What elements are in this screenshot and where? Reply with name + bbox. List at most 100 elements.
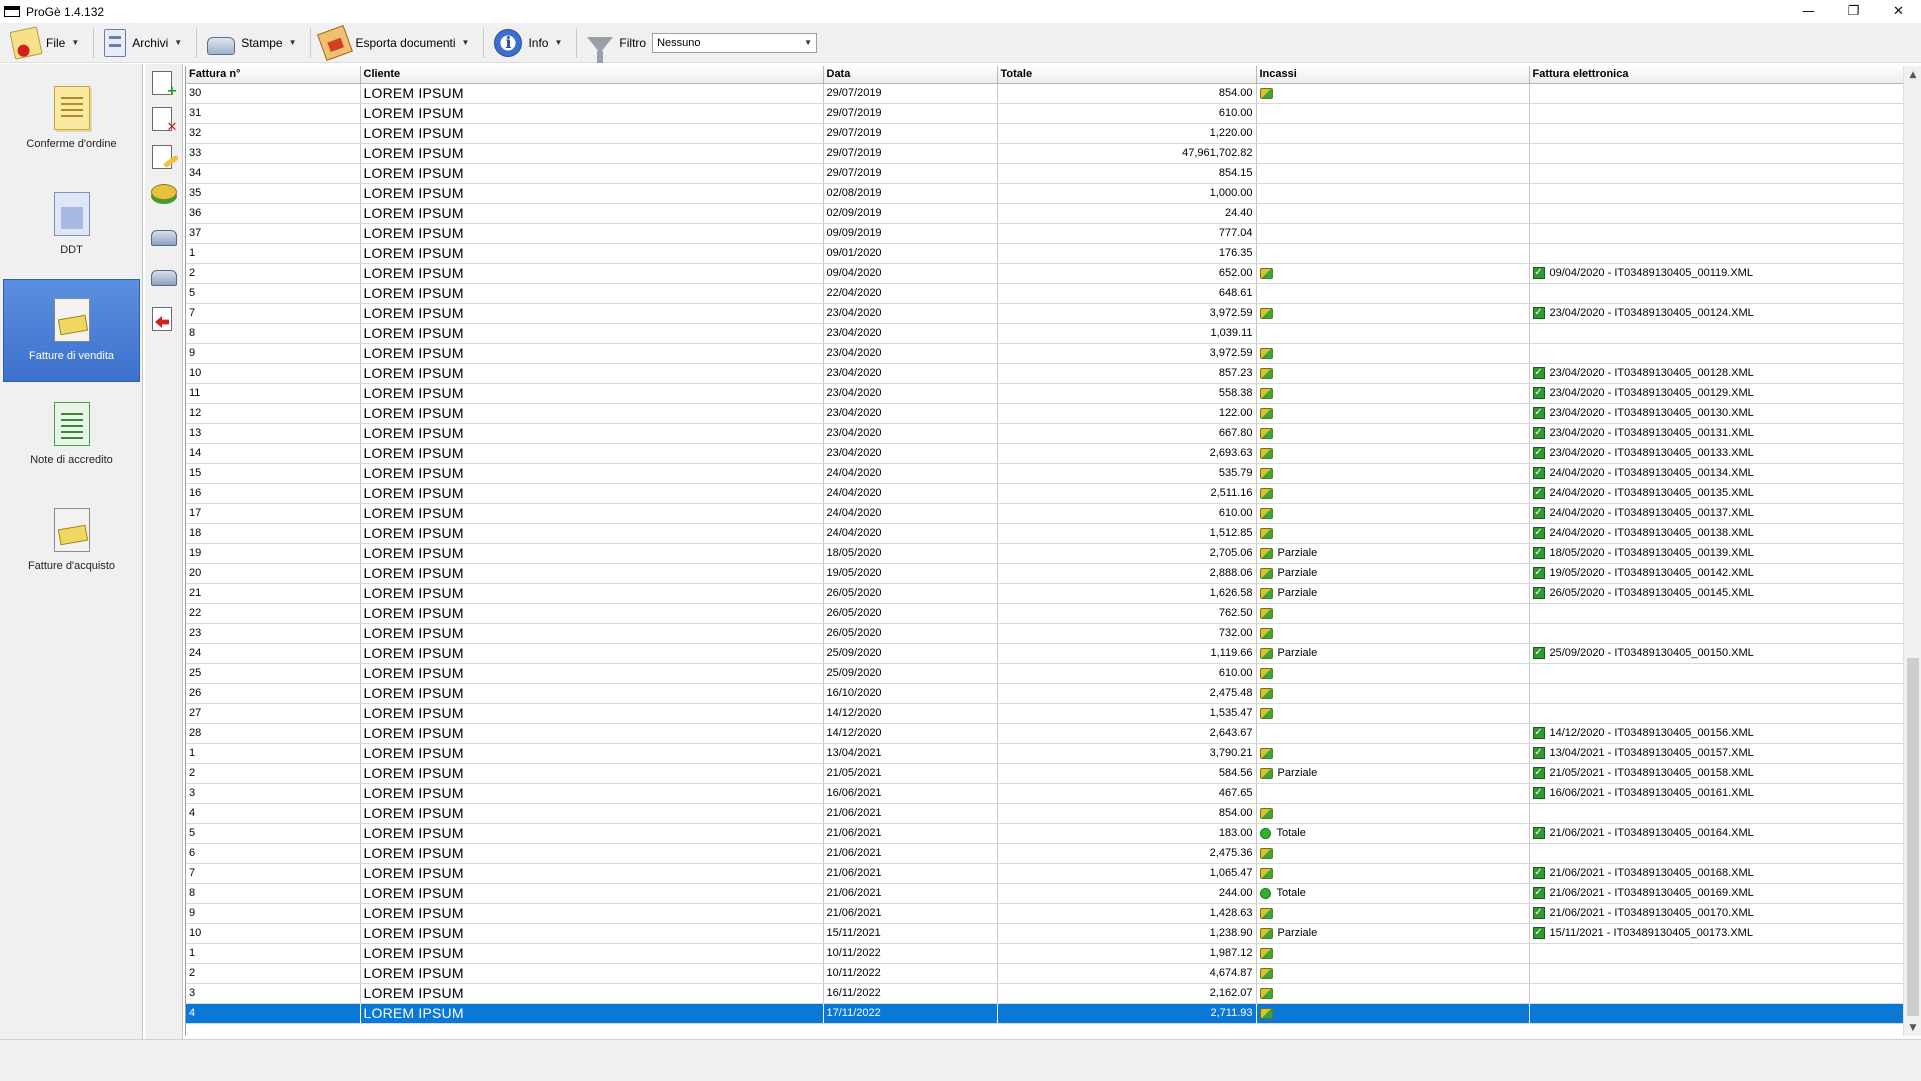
nav-item-credit-note[interactable]: Note di accredito	[3, 384, 140, 487]
table-row[interactable]: 17 LOREM IPSUM 24/04/2020 610.00 ✓ 24/04/2020…	[186, 503, 1903, 524]
print-button[interactable]	[149, 222, 179, 252]
table-row[interactable]: 19 LOREM IPSUM 18/05/2020 2,705.06 Parziale ✓…	[186, 543, 1903, 564]
table-row[interactable]: 7 LOREM IPSUM 21/06/2021 1,065.47 ✓ 21/06/202…	[186, 863, 1903, 884]
column-header-client[interactable]: Cliente	[360, 66, 824, 84]
e-invoice-filename: 24/04/2020 - IT03489130405_00135.XML	[1549, 486, 1754, 499]
table-row[interactable]: 1 LOREM IPSUM 09/01/2020 176.35	[186, 243, 1903, 264]
table-row[interactable]: 3 LOREM IPSUM 16/06/2021 467.65 ✓ 16/06/2021 …	[186, 783, 1903, 804]
table-row[interactable]: 32 LOREM IPSUM 29/07/2019 1,220.00	[186, 123, 1903, 144]
table-row[interactable]: 6 LOREM IPSUM 21/06/2021 2,475.36	[186, 843, 1903, 864]
cell-invoice-number: 33	[186, 143, 361, 164]
table-row[interactable]: 36 LOREM IPSUM 02/09/2019 24.40	[186, 203, 1903, 224]
payment-icon	[1259, 807, 1273, 819]
table-row[interactable]: 35 LOREM IPSUM 02/08/2019 1,000.00	[186, 183, 1903, 204]
table-row[interactable]: 16 LOREM IPSUM 24/04/2020 2,511.16 ✓ 24/04/20…	[186, 483, 1903, 504]
file-menu-button[interactable]: File ▼	[6, 25, 85, 60]
column-header-invoice-number[interactable]: Fattura n°	[186, 66, 361, 84]
table-row[interactable]: 18 LOREM IPSUM 24/04/2020 1,512.85 ✓ 24/04/20…	[186, 523, 1903, 544]
table-row[interactable]: 10 LOREM IPSUM 15/11/2021 1,238.90 Parziale ✓…	[186, 923, 1903, 944]
cell-e-invoice	[1529, 703, 1903, 724]
column-header-date[interactable]: Data	[823, 66, 998, 84]
table-row[interactable]: 10 LOREM IPSUM 23/04/2020 857.23 ✓ 23/04/2020…	[186, 363, 1903, 384]
cell-e-invoice	[1529, 283, 1903, 304]
table-row[interactable]: 31 LOREM IPSUM 29/07/2019 610.00	[186, 103, 1903, 124]
table-row[interactable]: 27 LOREM IPSUM 14/12/2020 1,535.47	[186, 703, 1903, 724]
table-row[interactable]: 2 LOREM IPSUM 09/04/2020 652.00 ✓ 09/04/2020 …	[186, 263, 1903, 284]
table-row[interactable]: 34 LOREM IPSUM 29/07/2019 854.15	[186, 163, 1903, 184]
cell-e-invoice: ✓ 15/11/2021 - IT03489130405_00173.XML	[1529, 923, 1903, 944]
table-row[interactable]: 28 LOREM IPSUM 14/12/2020 2,643.67 ✓ 14/12/20…	[186, 723, 1903, 744]
export-documents-button[interactable]: Esporta documenti ▼	[315, 24, 475, 61]
table-row[interactable]: 3 LOREM IPSUM 16/11/2022 2,162.07	[186, 983, 1903, 1004]
stampe-menu-button[interactable]: Stampe ▼	[201, 26, 302, 60]
table-row[interactable]: 2 LOREM IPSUM 10/11/2022 4,674.87	[186, 963, 1903, 984]
column-header-payments[interactable]: Incassi	[1256, 66, 1530, 84]
payment-icon	[1259, 907, 1273, 919]
cell-invoice-number: 11	[186, 383, 361, 404]
table-row[interactable]: 22 LOREM IPSUM 26/05/2020 762.50	[186, 603, 1903, 624]
cell-client: LOREM IPSUM	[360, 943, 824, 964]
table-row[interactable]: 9 LOREM IPSUM 21/06/2021 1,428.63 ✓ 21/06/202…	[186, 903, 1903, 924]
table-row[interactable]: 1 LOREM IPSUM 10/11/2022 1,987.12	[186, 943, 1903, 964]
table-row[interactable]: 11 LOREM IPSUM 23/04/2020 558.38 ✓ 23/04/2020…	[186, 383, 1903, 404]
cell-e-invoice: ✓ 23/04/2020 - IT03489130405_00129.XML	[1529, 383, 1903, 404]
scrollbar-thumb[interactable]	[1907, 658, 1919, 1016]
scroll-up-icon[interactable]: ▲	[1904, 66, 1921, 83]
payments-button[interactable]	[149, 178, 179, 208]
table-row[interactable]: 4 LOREM IPSUM 21/06/2021 854.00	[186, 803, 1903, 824]
table-row[interactable]: 12 LOREM IPSUM 23/04/2020 122.00 ✓ 23/04/2020…	[186, 403, 1903, 424]
column-header-total[interactable]: Totale	[997, 66, 1257, 84]
table-row[interactable]: 4 LOREM IPSUM 17/11/2022 2,711.93	[186, 1003, 1903, 1024]
table-row[interactable]: 13 LOREM IPSUM 23/04/2020 667.80 ✓ 23/04/2020…	[186, 423, 1903, 444]
close-button[interactable]: ✕	[1876, 0, 1921, 23]
info-menu-button[interactable]: i Info ▼	[488, 26, 568, 60]
table-row[interactable]: 7 LOREM IPSUM 23/04/2020 3,972.59 ✓ 23/04/202…	[186, 303, 1903, 324]
table-row[interactable]: 25 LOREM IPSUM 25/09/2020 610.00	[186, 663, 1903, 684]
cell-invoice-number: 4	[186, 803, 361, 824]
export-invoice-button[interactable]	[149, 304, 179, 334]
nav-item-purchase-invoice[interactable]: Fatture d'acquisto	[3, 490, 140, 593]
cell-date: 09/04/2020	[823, 263, 998, 284]
print-preview-button[interactable]	[149, 262, 179, 292]
table-row[interactable]: 8 LOREM IPSUM 21/06/2021 244.00 Totale ✓ 21/06…	[186, 883, 1903, 904]
restore-button[interactable]: ❐	[1831, 0, 1876, 23]
table-row[interactable]: 1 LOREM IPSUM 13/04/2021 3,790.21 ✓ 13/04/202…	[186, 743, 1903, 764]
add-invoice-button[interactable]: +	[149, 68, 179, 99]
vertical-scrollbar[interactable]: ▲ ▼	[1903, 66, 1921, 1036]
cell-e-invoice	[1529, 243, 1903, 264]
cell-payments	[1256, 723, 1530, 744]
delete-invoice-button[interactable]: ✕	[149, 104, 179, 135]
cell-client: LOREM IPSUM	[360, 183, 824, 204]
column-header-e-invoice[interactable]: Fattura elettronica	[1529, 66, 1903, 84]
minimize-button[interactable]: —	[1786, 0, 1831, 23]
table-row[interactable]: 26 LOREM IPSUM 16/10/2020 2,475.48	[186, 683, 1903, 704]
archivi-menu-button[interactable]: Archivi ▼	[98, 26, 188, 60]
table-row[interactable]: 5 LOREM IPSUM 22/04/2020 648.61	[186, 283, 1903, 304]
table-row[interactable]: 14 LOREM IPSUM 23/04/2020 2,693.63 ✓ 23/04/20…	[186, 443, 1903, 464]
nav-item-sales-invoice[interactable]: Fatture di vendita	[3, 279, 140, 382]
filter-select[interactable]: Nessuno ▼	[652, 32, 818, 53]
cell-total: 610.00	[997, 103, 1257, 124]
cell-invoice-number: 12	[186, 403, 361, 424]
table-row[interactable]: 30 LOREM IPSUM 29/07/2019 854.00	[186, 83, 1903, 104]
cell-client: LOREM IPSUM	[360, 343, 824, 364]
table-row[interactable]: 24 LOREM IPSUM 25/09/2020 1,119.66 Parziale ✓…	[186, 643, 1903, 664]
cell-total: 2,475.36	[997, 843, 1257, 864]
nav-item-ddt[interactable]: DDT	[3, 174, 140, 277]
table-row[interactable]: 5 LOREM IPSUM 21/06/2021 183.00 Totale ✓ 21/06…	[186, 823, 1903, 844]
cell-invoice-number: 30	[186, 83, 361, 104]
cell-e-invoice: ✓ 24/04/2020 - IT03489130405_00135.XML	[1529, 483, 1903, 504]
table-row[interactable]: 33 LOREM IPSUM 29/07/2019 47,961,702.82	[186, 143, 1903, 164]
nav-item-order-confirmation[interactable]: Conferme d'ordine	[3, 68, 140, 171]
table-row[interactable]: 9 LOREM IPSUM 23/04/2020 3,972.59	[186, 343, 1903, 364]
table-row[interactable]: 15 LOREM IPSUM 24/04/2020 535.79 ✓ 24/04/2020…	[186, 463, 1903, 484]
table-row[interactable]: 37 LOREM IPSUM 09/09/2019 777.04	[186, 223, 1903, 244]
edit-invoice-button[interactable]	[149, 142, 179, 172]
table-row[interactable]: 2 LOREM IPSUM 21/05/2021 584.56 Parziale ✓ 21/…	[186, 763, 1903, 784]
table-row[interactable]: 8 LOREM IPSUM 23/04/2020 1,039.11	[186, 323, 1903, 344]
table-row[interactable]: 23 LOREM IPSUM 26/05/2020 732.00	[186, 623, 1903, 644]
chevron-down-icon[interactable]: ▼	[800, 34, 816, 52]
table-row[interactable]: 21 LOREM IPSUM 26/05/2020 1,626.58 Parziale ✓…	[186, 583, 1903, 604]
table-row[interactable]: 20 LOREM IPSUM 19/05/2020 2,888.06 Parziale ✓…	[186, 563, 1903, 584]
scroll-down-icon[interactable]: ▼	[1904, 1019, 1921, 1036]
